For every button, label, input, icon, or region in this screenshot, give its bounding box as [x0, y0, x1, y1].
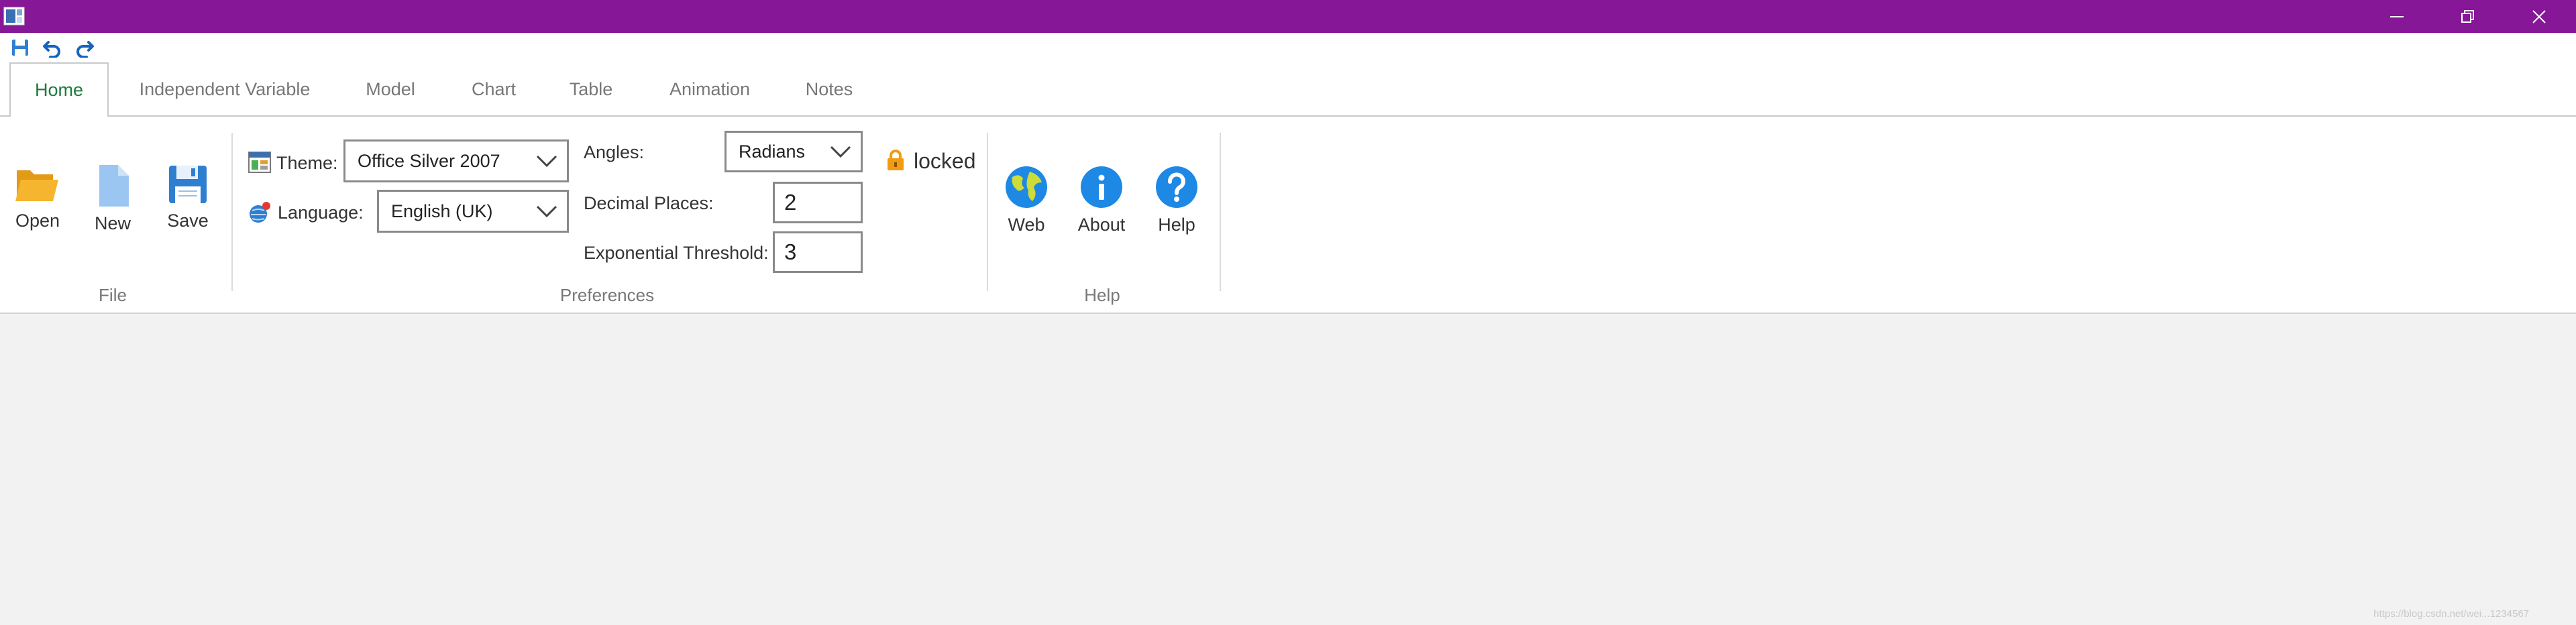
tab-independent-variable[interactable]: Independent Variable	[122, 62, 327, 117]
tab-chart-label: Chart	[471, 79, 517, 99]
save-label: Save	[167, 211, 209, 231]
lock-icon	[888, 150, 904, 170]
app-icon	[3, 7, 25, 25]
new-button[interactable]: New	[85, 164, 141, 234]
quick-save-button[interactable]	[9, 37, 31, 58]
theme-value: Office Silver 2007	[358, 150, 500, 171]
save-icon	[169, 166, 207, 203]
exponential-threshold-value: 3	[784, 239, 797, 264]
help-label: Help	[1158, 215, 1195, 235]
exponential-threshold-label: Exponential Threshold:	[584, 243, 769, 263]
question-icon	[1156, 166, 1197, 208]
open-button[interactable]: Open	[9, 164, 66, 231]
restore-icon	[2461, 9, 2474, 23]
undo-icon	[43, 41, 60, 58]
file-group-label: File	[99, 285, 127, 305]
web-button[interactable]: Web	[998, 165, 1055, 235]
new-document-icon	[99, 165, 129, 207]
exponential-threshold-input[interactable]: 3	[773, 231, 863, 273]
help-group-label: Help	[1084, 285, 1120, 305]
group-separator	[987, 133, 988, 291]
tab-table-label: Table	[569, 79, 613, 99]
tab-notes-label: Notes	[805, 79, 853, 99]
language-combo[interactable]: English (UK)	[377, 190, 569, 233]
about-button[interactable]: About	[1073, 165, 1130, 235]
minimize-icon	[2390, 15, 2404, 17]
minimize-button[interactable]	[2361, 0, 2432, 33]
redo-icon	[76, 41, 94, 58]
help-button[interactable]: Help	[1148, 165, 1205, 235]
save-button[interactable]: Save	[160, 164, 216, 231]
tab-independent-variable-label: Independent Variable	[139, 79, 311, 99]
title-bar	[0, 0, 2576, 33]
decimal-places-label: Decimal Places:	[584, 193, 714, 213]
theme-icon	[248, 152, 271, 173]
new-label: New	[94, 213, 131, 233]
restore-button[interactable]	[2432, 0, 2504, 33]
tab-animation[interactable]: Animation	[652, 62, 767, 117]
language-value: English (UK)	[391, 201, 493, 221]
group-separator	[1220, 133, 1221, 291]
open-label: Open	[15, 211, 60, 231]
undo-button[interactable]	[42, 37, 63, 58]
redo-button[interactable]	[74, 37, 95, 58]
tab-strip: Home Independent Variable Model Chart Ta…	[0, 62, 2576, 117]
tab-animation-label: Animation	[669, 79, 751, 99]
preferences-group-label: Preferences	[559, 285, 655, 305]
watermark: https://blog.csdn.net/wei...1234567	[2373, 608, 2529, 620]
close-icon	[2532, 9, 2546, 23]
decimal-places-value: 2	[784, 190, 797, 215]
tab-chart[interactable]: Chart	[447, 62, 541, 117]
angles-combo[interactable]: Radians	[724, 131, 863, 172]
language-label: Language:	[278, 203, 364, 223]
web-label: Web	[1008, 215, 1045, 235]
tab-home[interactable]: Home	[9, 62, 109, 117]
folder-open-icon	[15, 170, 58, 201]
close-button[interactable]	[2504, 0, 2575, 33]
language-icon	[250, 202, 270, 223]
tab-table[interactable]: Table	[546, 62, 636, 117]
info-icon	[1081, 166, 1122, 208]
tab-model-label: Model	[366, 79, 415, 99]
angles-label: Angles:	[584, 142, 645, 162]
chevron-down-icon	[830, 146, 851, 158]
lock-status: locked	[914, 149, 976, 173]
about-label: About	[1077, 215, 1126, 235]
chevron-down-icon	[536, 155, 557, 168]
tab-model[interactable]: Model	[342, 62, 439, 117]
quick-access-toolbar	[0, 33, 2576, 62]
chevron-down-icon	[536, 205, 557, 218]
workspace-area	[0, 314, 2576, 625]
globe-icon	[1006, 166, 1047, 208]
save-icon	[12, 40, 28, 56]
group-separator	[231, 133, 233, 291]
tab-home-label: Home	[34, 80, 84, 100]
angles-value: Radians	[739, 141, 806, 162]
theme-combo[interactable]: Office Silver 2007	[343, 139, 569, 182]
theme-label: Theme:	[276, 153, 338, 173]
tab-notes[interactable]: Notes	[782, 62, 876, 117]
decimal-places-input[interactable]: 2	[773, 182, 863, 223]
